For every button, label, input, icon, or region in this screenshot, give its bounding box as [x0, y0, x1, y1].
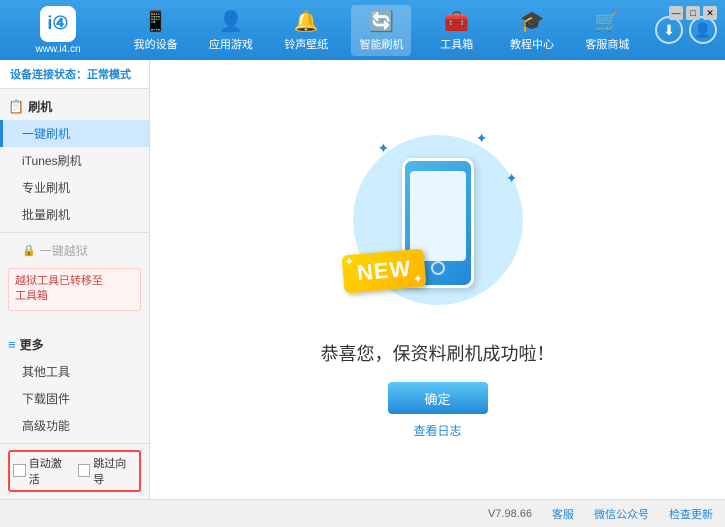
more-icon: ≡	[8, 337, 16, 352]
more-section: ≡ 更多 其他工具 下载固件 高级功能	[0, 327, 149, 443]
logo-text: www.i4.cn	[35, 44, 80, 55]
time-guide-label: 跳过向导	[93, 455, 136, 487]
success-title: 恭喜您，保资料刷机成功啦！	[321, 340, 555, 366]
maximize-button[interactable]: □	[686, 6, 700, 20]
tutorial-icon: 🎓	[520, 9, 545, 34]
sidebar-item-advanced[interactable]: 高级功能	[0, 412, 149, 439]
confirm-button[interactable]: 确定	[388, 382, 488, 414]
sidebar-item-itunes-flash[interactable]: iTunes刷机	[0, 147, 149, 174]
ringtone-label: 铃声壁纸	[284, 36, 328, 52]
nav-my-device[interactable]: 📱 我的设备	[126, 5, 186, 56]
auto-activate-label: 自动激活	[29, 455, 72, 487]
status-version: V7.98.66	[488, 508, 532, 520]
nav-tutorial[interactable]: 🎓 教程中心	[502, 5, 562, 56]
flash-section-header: 📋 刷机	[0, 93, 149, 120]
ringtone-icon: 🔔	[294, 9, 319, 34]
sidebar-item-other-tools[interactable]: 其他工具	[0, 358, 149, 385]
more-section-title: 更多	[20, 336, 44, 353]
sidebar-divider	[0, 232, 149, 233]
status-link-desktop[interactable]: 客服	[552, 506, 574, 522]
toolbox-icon: 🧰	[444, 9, 469, 34]
service-label: 客服商城	[585, 36, 629, 52]
service-icon: 🛒	[595, 9, 620, 34]
flash-section-title: 刷机	[28, 98, 52, 115]
more-section-header: ≡ 更多	[0, 331, 149, 358]
apps-games-icon: 👤	[218, 9, 243, 34]
nav-apps-games[interactable]: 👤 应用游戏	[201, 5, 261, 56]
nav-toolbox[interactable]: 🧰 工具箱	[427, 5, 487, 56]
close-button[interactable]: ✕	[703, 6, 717, 20]
status-link-wechat[interactable]: 微信公众号	[594, 506, 649, 522]
nav-ringtone[interactable]: 🔔 铃声壁纸	[276, 5, 336, 56]
account-button[interactable]: 👤	[689, 16, 717, 44]
my-device-icon: 📱	[143, 9, 168, 34]
sidebar-item-jailbreak-disabled: 🔒 一键越狱	[0, 237, 149, 264]
auto-activate-row: 自动激活 跳过向导	[8, 450, 141, 492]
nav-items: 📱 我的设备 👤 应用游戏 🔔 铃声壁纸 🔄 智能刷机 🧰 工具箱 🎓	[118, 5, 645, 56]
flash-section: 📋 刷机 一键刷机 iTunes刷机 专业刷机 批量刷机 🔒 一键越狱 越狱工具…	[0, 89, 149, 319]
apps-games-label: 应用游戏	[209, 36, 253, 52]
view-log-link[interactable]: 查看日志	[413, 422, 461, 439]
tutorial-label: 教程中心	[510, 36, 554, 52]
status-label: 设备连接状态：	[10, 69, 87, 81]
time-guide-checkbox[interactable]	[78, 464, 91, 477]
new-badge: NEW	[341, 248, 426, 293]
sparkle-1: ✦	[378, 140, 390, 157]
auto-activate-checkbox-label[interactable]: 自动激活	[13, 455, 72, 487]
lock-icon: 🔒	[22, 244, 36, 257]
status-bar: V7.98.66 客服 微信公众号 检查更新	[0, 499, 725, 527]
phone-screen	[410, 171, 466, 261]
toolbox-label: 工具箱	[440, 36, 473, 52]
sparkle-3: ✦	[506, 170, 518, 187]
sidebar: 设备连接状态：正常模式 📋 刷机 一键刷机 iTunes刷机 专业刷机 批量刷机…	[0, 60, 150, 499]
sidebar-item-download-firmware[interactable]: 下载固件	[0, 385, 149, 412]
top-navbar: i④ www.i4.cn 📱 我的设备 👤 应用游戏 🔔 铃声壁纸 🔄 智能刷机	[0, 0, 725, 60]
status-value: 正常模式	[87, 69, 131, 81]
sidebar-status: 设备连接状态：正常模式	[0, 60, 149, 89]
download-button[interactable]: ⬇	[655, 16, 683, 44]
my-device-label: 我的设备	[134, 36, 178, 52]
logo-icon: i④	[40, 6, 76, 42]
smart-flash-label: 智能刷机	[359, 36, 403, 52]
sidebar-bottom: 自动激活 跳过向导 📱 iPhone 15 Pro Max 512GB iPho…	[0, 443, 149, 499]
nav-smart-flash[interactable]: 🔄 智能刷机	[351, 5, 411, 56]
status-link-update[interactable]: 检查更新	[669, 506, 713, 522]
sparkle-2: ✦	[476, 130, 488, 147]
window-controls: — □ ✕	[669, 6, 717, 20]
top-right-controls: ⬇ 👤	[655, 16, 717, 44]
success-illustration: ✦ ✦ ✦ NEW	[338, 120, 538, 320]
time-guide-checkbox-label[interactable]: 跳过向导	[78, 455, 137, 487]
sidebar-item-pro-flash[interactable]: 专业刷机	[0, 174, 149, 201]
sidebar-jailbreak-notice: 越狱工具已转移至工具箱	[8, 268, 141, 311]
auto-activate-checkbox[interactable]	[13, 464, 26, 477]
logo: i④ www.i4.cn	[8, 6, 108, 55]
main-container: 设备连接状态：正常模式 📋 刷机 一键刷机 iTunes刷机 专业刷机 批量刷机…	[0, 60, 725, 499]
minimize-button[interactable]: —	[669, 6, 683, 20]
device-info: 📱 iPhone 15 Pro Max 512GB iPhone	[8, 498, 141, 499]
smart-flash-icon: 🔄	[369, 9, 394, 34]
nav-service[interactable]: 🛒 客服商城	[577, 5, 637, 56]
phone-home-btn	[431, 261, 445, 275]
main-content: ✦ ✦ ✦ NEW 恭喜您，保资料刷机成功啦！ 确定 查看日志	[150, 60, 725, 499]
sidebar-item-one-click-flash[interactable]: 一键刷机	[0, 120, 149, 147]
flash-section-icon: 📋	[8, 99, 24, 115]
sidebar-item-batch-flash[interactable]: 批量刷机	[0, 201, 149, 228]
